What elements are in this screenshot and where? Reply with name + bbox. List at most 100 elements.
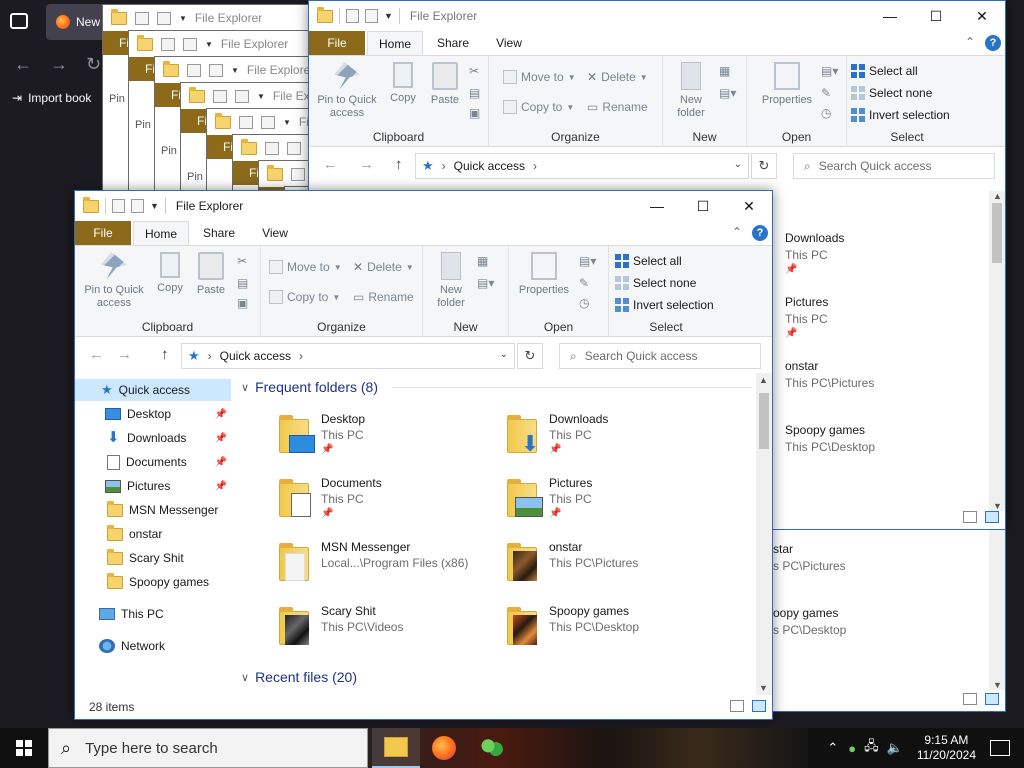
folder-tile[interactable]: Documents This PC 📌 [275, 473, 485, 529]
properties-qa-icon[interactable] [112, 199, 125, 213]
maximize-button[interactable]: ☐ [913, 1, 959, 31]
help-icon[interactable]: ? [752, 225, 768, 241]
title-bar[interactable]: ▼ File Explorer — ☐ ✕ [75, 191, 772, 221]
tiles-view-icon[interactable] [752, 700, 766, 712]
easy-access-icon[interactable]: ▤▾ [719, 86, 736, 100]
scroll-down-icon[interactable]: ▼ [993, 680, 1002, 690]
folder-tile[interactable]: star s PC\Pictures [773, 542, 846, 573]
copy-button[interactable]: Copy [385, 62, 421, 105]
taskbar-file-explorer[interactable] [372, 728, 420, 768]
scrollbar-thumb[interactable] [759, 393, 769, 449]
address-bar[interactable]: ★ › Quick access › ⌄ [181, 343, 515, 369]
paste-button[interactable]: Paste [427, 62, 463, 107]
pin-icon[interactable]: 📌 [215, 481, 227, 492]
chevron-down-icon[interactable]: ▼ [384, 11, 393, 21]
copy-path-icon[interactable]: ▤ [237, 276, 248, 290]
invert-selection-button[interactable]: Invert selection [615, 298, 714, 312]
title-bar[interactable]: ▼ File Explorer — ☐ ✕ [309, 1, 1005, 31]
new-folder-qa-icon[interactable] [365, 9, 378, 23]
close-button[interactable]: ✕ [959, 1, 1005, 31]
pin-icon[interactable]: 📌 [549, 508, 561, 519]
sidebar-item[interactable]: Pictures 📌 [75, 475, 231, 497]
recent-files-header[interactable]: ∨ Recent files (20) [241, 669, 357, 685]
open-icon[interactable]: ▤▾ [579, 254, 596, 268]
folder-tile[interactable]: Pictures This PC 📌 [785, 295, 828, 339]
search-box[interactable]: ⌕ Search Quick access [559, 343, 761, 369]
rename-button[interactable]: ▭ Rename [587, 100, 648, 114]
frequent-folders-header[interactable]: ∨ Frequent folders (8) [241, 379, 753, 395]
address-bar[interactable]: ★ › Quick access › ⌄ [415, 153, 749, 179]
folder-tile[interactable]: Pictures This PC 📌 [503, 473, 713, 529]
back-arrow-icon[interactable]: ← [323, 156, 338, 173]
delete-button[interactable]: ✕ Delete ▼ [353, 260, 414, 274]
edit-icon[interactable]: ✎ [579, 276, 589, 290]
history-icon[interactable]: ◷ [579, 296, 589, 310]
folder-tile[interactable]: Spoopy games This PC\Desktop [785, 423, 875, 454]
cut-icon[interactable]: ✂ [237, 254, 247, 268]
tab-file[interactable]: File [309, 31, 365, 55]
pin-icon[interactable]: 📌 [321, 444, 333, 455]
paste-shortcut-icon[interactable]: ▣ [469, 106, 480, 120]
folder-tile[interactable]: Downloads This PC 📌 [785, 231, 844, 275]
back-arrow-icon[interactable]: ← [14, 54, 32, 75]
forward-arrow-icon[interactable]: → [359, 156, 374, 173]
scroll-down-icon[interactable]: ▼ [993, 501, 1002, 511]
pin-icon[interactable]: 📌 [215, 433, 227, 444]
back-arrow-icon[interactable]: ← [89, 346, 104, 363]
chevron-up-icon[interactable]: ⌃ [827, 740, 838, 756]
chevron-down-icon[interactable]: ⌄ [500, 349, 508, 360]
clock[interactable]: 9:15 AM 11/20/2024 [917, 733, 976, 763]
cut-icon[interactable]: ✂ [469, 64, 479, 78]
details-view-icon[interactable] [963, 511, 977, 523]
pin-icon[interactable]: 📌 [215, 457, 227, 468]
folder-tile[interactable]: Spoopy games This PC\Desktop [503, 601, 713, 657]
refresh-button[interactable]: ↻ [517, 343, 543, 369]
forward-arrow-icon[interactable]: → [117, 346, 132, 363]
forward-arrow-icon[interactable]: → [50, 54, 68, 75]
select-none-button[interactable]: Select none [615, 276, 696, 290]
invert-selection-button[interactable]: Invert selection [851, 108, 950, 122]
sidebar-item[interactable]: Network [75, 635, 231, 657]
sidebar-item[interactable]: Spoopy games [75, 571, 231, 593]
pin-icon[interactable]: 📌 [321, 508, 333, 519]
search-box[interactable]: ⌕ Search Quick access [793, 153, 995, 179]
sidebar-item[interactable]: Desktop 📌 [75, 403, 231, 425]
folder-tile[interactable]: ⬇ Downloads This PC 📌 [503, 409, 713, 465]
taskbar-search-box[interactable]: ⌕ Type here to search [48, 728, 368, 768]
tiles-view-icon[interactable] [985, 511, 999, 523]
start-button[interactable] [0, 728, 48, 768]
select-all-button[interactable]: Select all [615, 254, 682, 268]
taskbar-firefox[interactable] [420, 728, 468, 768]
messenger-tray-icon[interactable]: ● [848, 741, 856, 756]
delete-button[interactable]: ✕ Delete ▼ [587, 70, 648, 84]
scroll-up-icon[interactable]: ▲ [759, 375, 768, 385]
open-icon[interactable]: ▤▾ [821, 64, 838, 78]
pin-icon[interactable]: 📌 [549, 444, 561, 455]
scroll-down-icon[interactable]: ▼ [759, 683, 768, 693]
select-none-button[interactable]: Select none [851, 86, 932, 100]
paste-button[interactable]: Paste [193, 252, 229, 297]
pin-icon[interactable]: 📌 [785, 264, 844, 275]
sidebar-item[interactable]: ★ Quick access [75, 379, 231, 401]
notification-icon[interactable] [990, 740, 1010, 756]
folder-tile[interactable]: onstar This PC\Pictures [503, 537, 713, 593]
edit-icon[interactable]: ✎ [821, 86, 831, 100]
tab-share[interactable]: Share [427, 31, 479, 55]
copy-button[interactable]: Copy [153, 252, 187, 295]
taskbar-msn-messenger[interactable] [468, 728, 516, 768]
sidebar-item[interactable]: Documents 📌 [75, 451, 231, 473]
tab-file[interactable]: File [75, 221, 131, 245]
paste-shortcut-icon[interactable]: ▣ [237, 296, 248, 310]
folder-tile[interactable]: Scary Shit This PC\Videos [275, 601, 485, 657]
folder-tile[interactable]: MSN Messenger Local...\Program Files (x86… [275, 537, 485, 593]
tab-view[interactable]: View [251, 221, 299, 245]
up-arrow-icon[interactable]: ↑ [161, 346, 169, 363]
new-folder-qa-icon[interactable] [131, 199, 144, 213]
new-item-icon[interactable]: ▦ [719, 64, 730, 78]
details-view-icon[interactable] [730, 700, 744, 712]
tab-home[interactable]: Home [133, 221, 189, 245]
chevron-down-icon[interactable]: ▼ [150, 201, 159, 211]
pin-to-quick-access-button[interactable]: Pin to Quick access [81, 252, 147, 310]
properties-button[interactable]: Properties [513, 252, 575, 297]
history-icon[interactable]: ◷ [821, 106, 831, 120]
